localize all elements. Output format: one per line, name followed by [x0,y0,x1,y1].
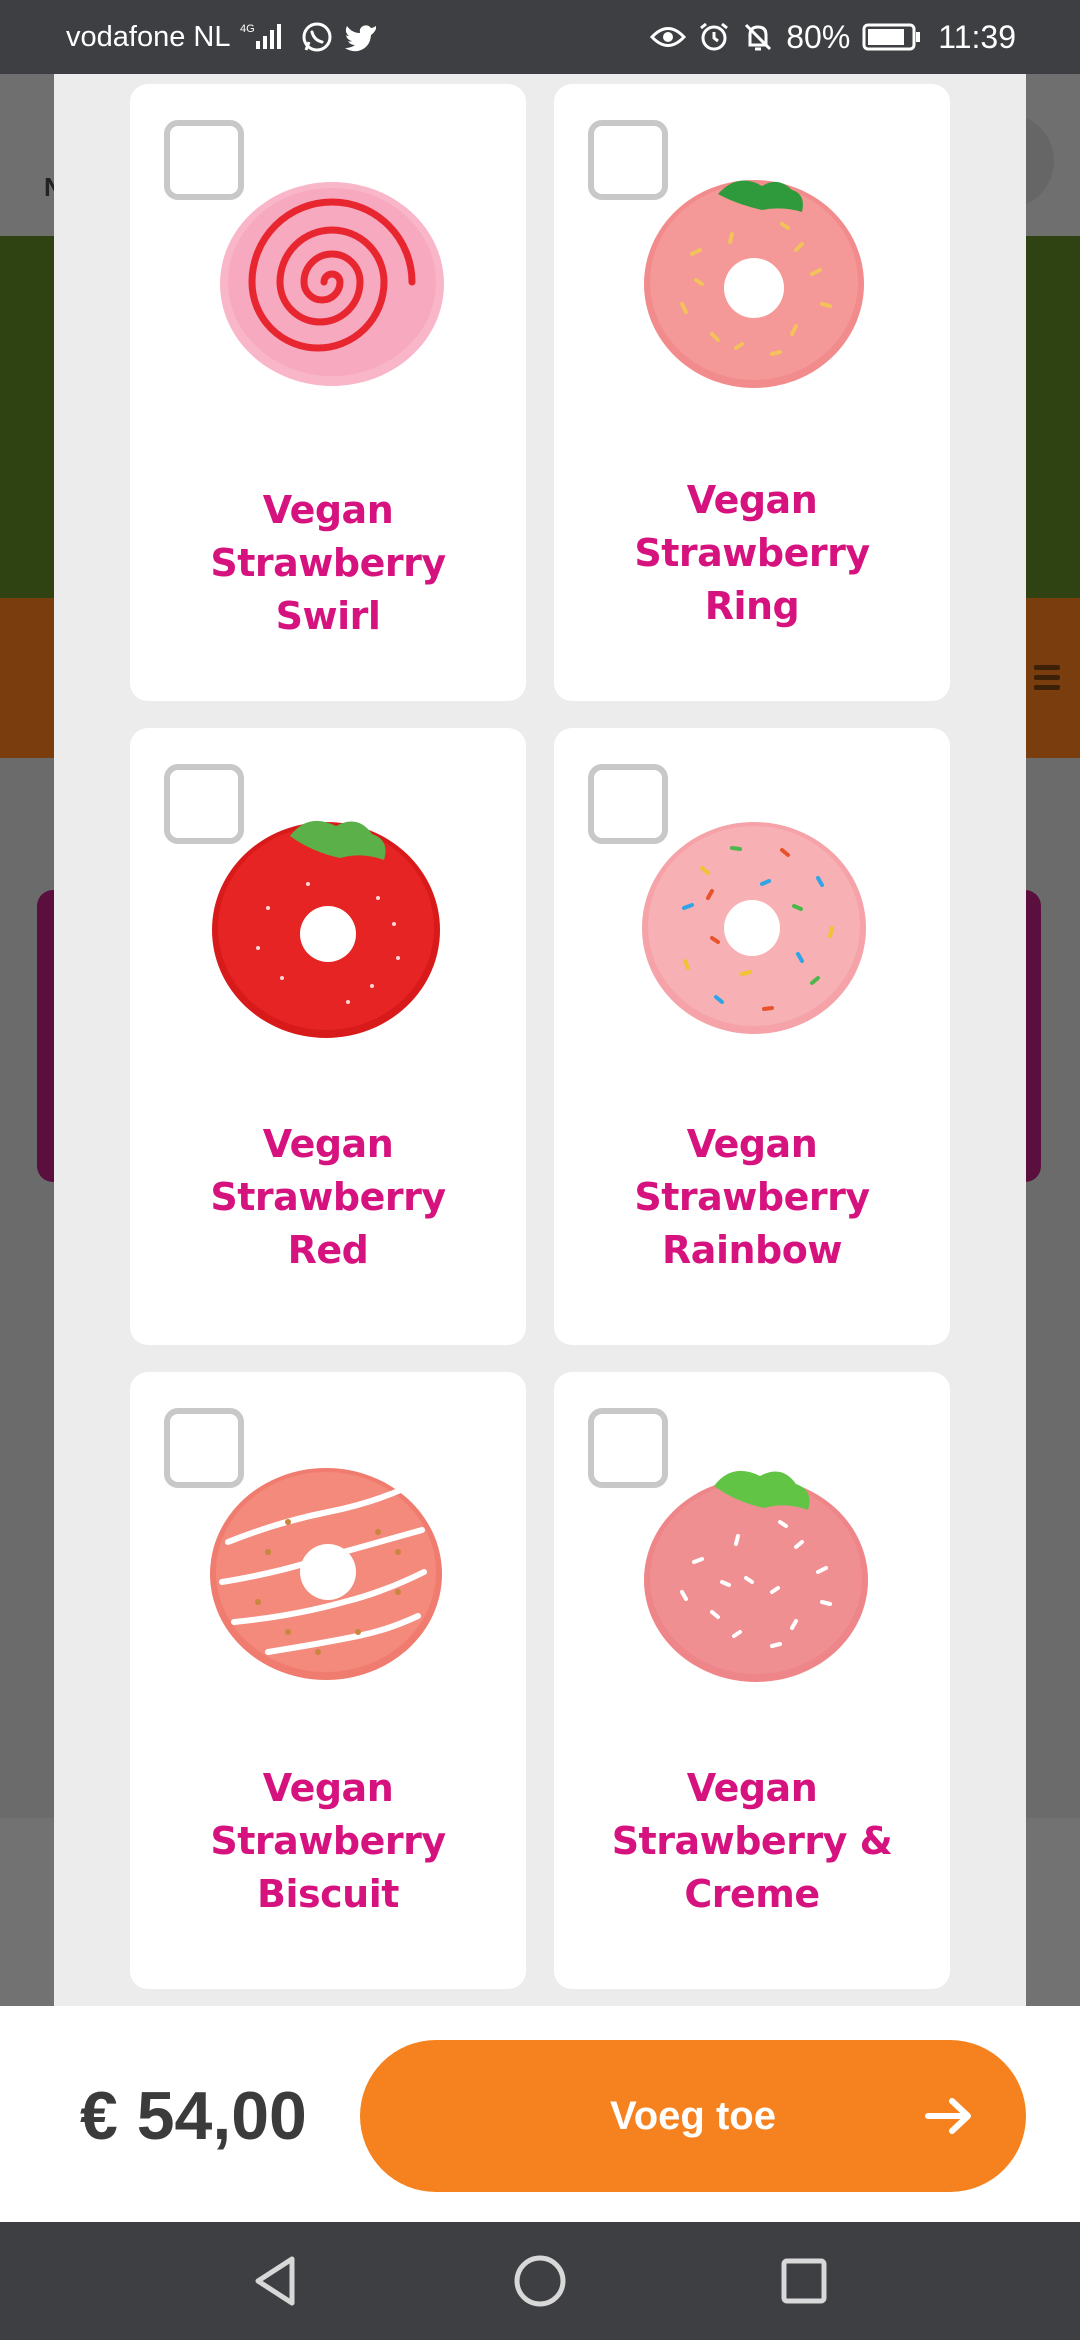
product-card-strawberry-ring[interactable]: Vegan Strawberry Ring [554,84,950,701]
twitter-icon [344,22,378,52]
total-price: € 54,00 [80,2078,307,2154]
product-checkbox[interactable] [588,764,668,844]
product-title: Vegan Strawberry Biscuit [210,1766,446,1916]
add-button-label: Voeg toe [610,2093,776,2138]
product-card-strawberry-red[interactable]: Vegan Strawberry Red [130,728,526,1345]
bell-off-icon [742,21,774,53]
status-bar-right: 80% 11:39 [650,19,1016,56]
system-nav-bar [0,2222,1080,2340]
battery-percent: 80% [786,18,851,55]
status-bar-left: vodafone NL 4G [66,20,378,54]
add-to-cart-bar: € 54,00 Voeg toe [0,2006,1080,2222]
product-picker-modal: Vegan Strawberry Swirl Vegan Strawberry … [54,74,1026,2006]
recents-icon[interactable] [777,2254,831,2308]
product-checkbox[interactable] [164,1408,244,1488]
product-card-strawberry-biscuit[interactable]: Vegan Strawberry Biscuit [130,1372,526,1989]
background-menu-icon [1034,660,1060,696]
product-title: Vegan Strawberry Ring [634,478,870,628]
whatsapp-icon [300,20,334,54]
eye-icon [650,24,687,50]
product-checkbox[interactable] [164,764,244,844]
home-icon[interactable] [513,2254,567,2308]
network-type: 4G [240,23,255,35]
clock: 11:39 [938,18,1016,55]
product-title: Vegan Strawberry Swirl [210,488,446,638]
product-card-strawberry-swirl[interactable]: Vegan Strawberry Swirl [130,84,526,701]
product-checkbox[interactable] [164,120,244,200]
add-to-cart-button[interactable]: Voeg toe [360,2040,1026,2192]
product-title: Vegan Strawberry Red [210,1122,446,1272]
product-title: Vegan Strawberry Rainbow [634,1122,870,1272]
product-checkbox[interactable] [588,120,668,200]
product-title: Vegan Strawberry & Creme [611,1766,893,1916]
back-icon[interactable] [249,2254,303,2308]
product-card-strawberry-rainbow[interactable]: Vegan Strawberry Rainbow [554,728,950,1345]
product-card-strawberry-creme[interactable]: Vegan Strawberry & Creme [554,1372,950,1989]
product-checkbox[interactable] [588,1408,668,1488]
product-grid: Vegan Strawberry Swirl Vegan Strawberry … [130,84,950,1989]
carrier-name: vodafone NL [66,20,231,53]
battery-icon [862,22,922,52]
status-bar: vodafone NL 4G 80% 11:39 [0,0,1080,74]
arrow-right-icon [925,2098,971,2134]
signal-icon: 4G [240,21,290,53]
alarm-icon [698,21,730,53]
